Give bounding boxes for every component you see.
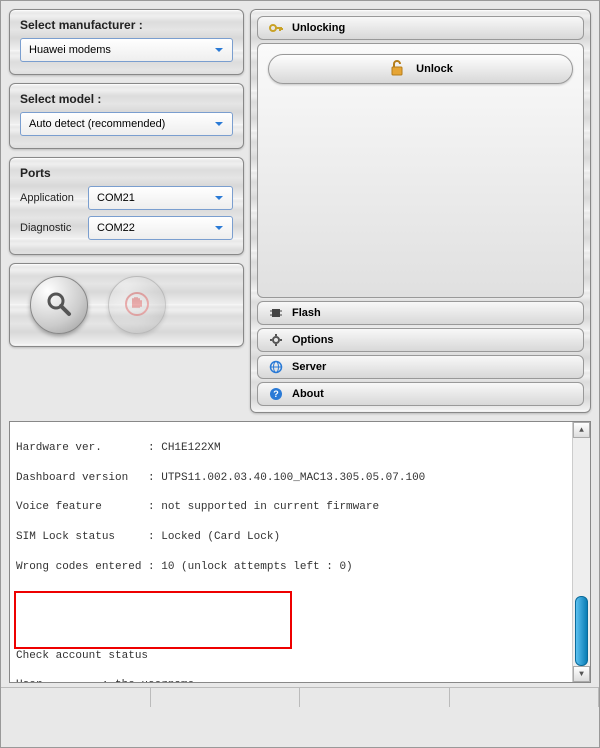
status-bar — [1, 687, 599, 707]
chip-icon — [268, 305, 284, 321]
top-area: Select manufacturer : Huawei modems Sele… — [1, 1, 599, 421]
status-cell — [450, 688, 600, 707]
log-output: Hardware ver. : CH1E122XM Dashboard vers… — [9, 421, 591, 683]
model-group: Select model : Auto detect (recommended) — [9, 83, 244, 149]
log-line: User : the_username — [16, 678, 566, 682]
magnifier-icon — [44, 289, 74, 322]
unlocking-section-header[interactable]: Unlocking — [257, 16, 584, 40]
key-icon — [268, 20, 284, 36]
unlock-button[interactable]: Unlock — [268, 54, 573, 84]
manufacturer-value: Huawei modems — [29, 44, 210, 56]
flash-section-header[interactable]: Flash — [257, 301, 584, 325]
model-label: Select model : — [20, 92, 233, 106]
unlocking-label: Unlocking — [292, 22, 345, 34]
diagnostic-port-dropdown[interactable]: COM22 — [88, 216, 233, 240]
unlocking-panel: Unlock — [257, 43, 584, 298]
scroll-up-icon[interactable]: ▲ — [573, 422, 590, 438]
diagnostic-port-row: Diagnostic COM22 — [20, 216, 233, 240]
log-content[interactable]: Hardware ver. : CH1E122XM Dashboard vers… — [10, 422, 572, 682]
log-line: SIM Lock status : Locked (Card Lock) — [16, 530, 566, 545]
chevron-down-icon — [210, 219, 228, 237]
log-line: Voice feature : not supported in current… — [16, 500, 566, 515]
application-port-label: Application — [20, 192, 88, 204]
scrollbar-track[interactable] — [573, 438, 590, 666]
about-section-header[interactable]: ? About — [257, 382, 584, 406]
log-line — [16, 589, 566, 604]
stop-hand-icon — [123, 290, 151, 321]
ports-group: Ports Application COM21 Diagnostic COM22 — [9, 157, 244, 255]
model-dropdown[interactable]: Auto detect (recommended) — [20, 112, 233, 136]
application-port-value: COM21 — [97, 192, 210, 204]
unlock-button-label: Unlock — [416, 63, 453, 75]
chevron-down-icon — [210, 115, 228, 133]
manufacturer-group: Select manufacturer : Huawei modems — [9, 9, 244, 75]
status-cell — [151, 688, 301, 707]
gear-icon — [268, 332, 284, 348]
right-column: Unlocking Unlock Flash — [250, 9, 591, 413]
chevron-down-icon — [210, 41, 228, 59]
unlock-icon — [388, 59, 406, 80]
log-line — [16, 619, 566, 634]
about-label: About — [292, 388, 324, 400]
status-cell — [1, 688, 151, 707]
log-line: Check account status — [16, 649, 566, 664]
application-port-row: Application COM21 — [20, 186, 233, 210]
vertical-scrollbar[interactable]: ▲ ▼ — [572, 422, 590, 682]
model-value: Auto detect (recommended) — [29, 118, 210, 130]
server-label: Server — [292, 361, 326, 373]
log-line: Hardware ver. : CH1E122XM — [16, 441, 566, 456]
svg-text:?: ? — [273, 389, 279, 399]
flash-label: Flash — [292, 307, 321, 319]
stop-button[interactable] — [108, 276, 166, 334]
log-line: Dashboard version : UTPS11.002.03.40.100… — [16, 471, 566, 486]
search-button[interactable] — [30, 276, 88, 334]
app-window: Select manufacturer : Huawei modems Sele… — [0, 0, 600, 748]
globe-icon — [268, 359, 284, 375]
manufacturer-dropdown[interactable]: Huawei modems — [20, 38, 233, 62]
application-port-dropdown[interactable]: COM21 — [88, 186, 233, 210]
options-section-header[interactable]: Options — [257, 328, 584, 352]
left-column: Select manufacturer : Huawei modems Sele… — [9, 9, 244, 413]
chevron-down-icon — [210, 189, 228, 207]
action-buttons-panel — [9, 263, 244, 347]
options-label: Options — [292, 334, 334, 346]
ports-label: Ports — [20, 166, 233, 180]
scrollbar-thumb[interactable] — [575, 596, 588, 666]
server-section-header[interactable]: Server — [257, 355, 584, 379]
manufacturer-label: Select manufacturer : — [20, 18, 233, 32]
diagnostic-port-label: Diagnostic — [20, 222, 88, 234]
log-line: Wrong codes entered : 10 (unlock attempt… — [16, 560, 566, 575]
diagnostic-port-value: COM22 — [97, 222, 210, 234]
help-icon: ? — [268, 386, 284, 402]
scroll-down-icon[interactable]: ▼ — [573, 666, 590, 682]
status-cell — [300, 688, 450, 707]
